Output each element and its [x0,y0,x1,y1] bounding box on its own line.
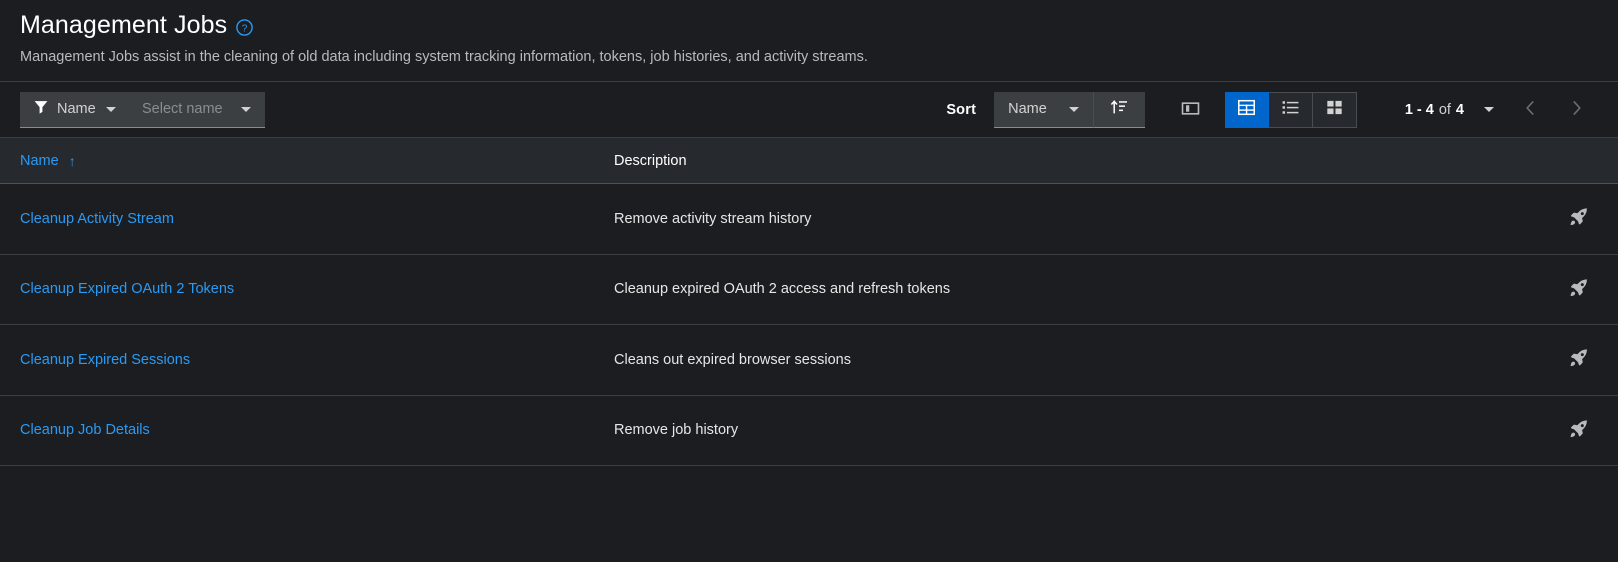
column-header-name-sort[interactable]: Name ↑ [20,153,76,169]
row-actions-cell [1538,272,1618,306]
table-row: Cleanup Job Details Remove job history [0,395,1618,466]
column-header-name-label: Name [20,152,59,169]
sort-ascending-icon: ↑ [68,152,76,169]
sort-direction-button[interactable] [1092,91,1145,128]
pagination-prev-button[interactable] [1508,92,1552,128]
pagination-range-value: 1 - 4 [1404,101,1434,118]
row-actions-cell [1538,343,1618,377]
filter-value-placeholder: Select name [142,101,223,117]
chevron-left-icon [1525,100,1536,120]
pagination: 1 - 4 of 4 [1405,92,1598,128]
row-name-cell: Cleanup Job Details [0,421,614,439]
chevron-down-icon [1484,107,1494,112]
row-description-cell: Remove activity stream history [614,210,1538,228]
rocket-icon [1569,207,1589,230]
row-name-cell: Cleanup Activity Stream [0,210,614,228]
launch-job-button[interactable] [1562,343,1596,377]
launch-job-button[interactable] [1562,413,1596,447]
filter-group: Name Select name [20,91,265,128]
sort-field-label: Name [1008,101,1047,117]
job-name-link[interactable]: Cleanup Activity Stream [20,211,174,227]
pagination-total: 4 [1455,101,1464,118]
card-view-icon [1326,99,1343,121]
page-title: Management Jobs [20,11,228,39]
sort-group: Name [994,91,1145,128]
table-row: Cleanup Activity Stream Remove activity s… [0,184,1618,255]
row-description-cell: Remove job history [614,421,1538,439]
pagination-next-button[interactable] [1554,92,1598,128]
management-jobs-table: Name ↑ Description Cleanup Activity Stre… [0,138,1618,467]
view-toggle-group [1224,91,1357,128]
job-name-link[interactable]: Cleanup Job Details [20,422,150,438]
job-description: Remove activity stream history [614,210,812,227]
row-description-cell: Cleanup expired OAuth 2 access and refre… [614,280,1538,298]
filter-value-dropdown[interactable]: Select name [128,91,265,128]
list-view-icon [1282,99,1299,121]
page-subtitle: Management Jobs assist in the cleaning o… [20,49,868,65]
launch-job-button[interactable] [1562,272,1596,306]
filter-icon [34,100,48,119]
job-description: Remove job history [614,422,739,439]
column-header-description-label: Description [614,152,687,169]
rocket-icon [1569,419,1589,442]
column-management-icon [1181,99,1200,121]
row-name-cell: Cleanup Expired OAuth 2 Tokens [0,280,614,298]
chevron-right-icon [1571,100,1582,120]
table-view-icon [1238,99,1256,121]
table-header-name-cell: Name ↑ [0,152,614,170]
job-name-link[interactable]: Cleanup Expired OAuth 2 Tokens [20,281,234,297]
job-name-link[interactable]: Cleanup Expired Sessions [20,352,190,368]
table-row: Cleanup Expired Sessions Cleans out expir… [0,325,1618,396]
table-header-row: Name ↑ Description [0,138,1618,184]
table-row: Cleanup Expired OAuth 2 Tokens Cleanup ex… [0,254,1618,325]
row-description-cell: Cleans out expired browser sessions [614,351,1538,369]
question-circle-icon[interactable]: ? [236,18,253,36]
filter-attribute-label: Name [57,101,96,117]
table-bottom-padding [0,466,1618,467]
chevron-down-icon [240,106,251,112]
sort-field-dropdown[interactable]: Name [994,91,1093,128]
sort-label: Sort [946,101,977,118]
svg-text:?: ? [242,23,248,34]
chevron-down-icon [106,106,116,112]
rocket-icon [1569,278,1589,301]
job-description: Cleanup expired OAuth 2 access and refre… [614,281,951,298]
column-management-button[interactable] [1169,92,1213,128]
title-row: Management Jobs ? [20,10,1598,40]
table-header-description-cell: Description [614,152,1538,170]
pagination-of-label: of [1438,101,1451,118]
row-name-cell: Cleanup Expired Sessions [0,351,614,369]
card-view-button[interactable] [1312,91,1357,128]
sort-amount-up-icon [1110,98,1128,121]
pagination-range: 1 - 4 of 4 [1405,102,1464,118]
page-header: Management Jobs ? Management Jobs assist… [0,0,1618,82]
table-view-button[interactable] [1224,91,1269,128]
list-view-button[interactable] [1268,91,1313,128]
chevron-down-icon [1068,106,1079,112]
rocket-icon [1569,348,1589,371]
launch-job-button[interactable] [1562,202,1596,236]
row-actions-cell [1538,202,1618,236]
pagination-per-page-button[interactable] [1472,92,1506,128]
row-actions-cell [1538,413,1618,447]
filter-attribute-dropdown[interactable]: Name [20,91,128,128]
toolbar: Name Select name Sort Name 1 - 4 of 4 [0,82,1618,138]
job-description: Cleans out expired browser sessions [614,351,851,368]
table-body: Cleanup Activity Stream Remove activity s… [0,184,1618,466]
